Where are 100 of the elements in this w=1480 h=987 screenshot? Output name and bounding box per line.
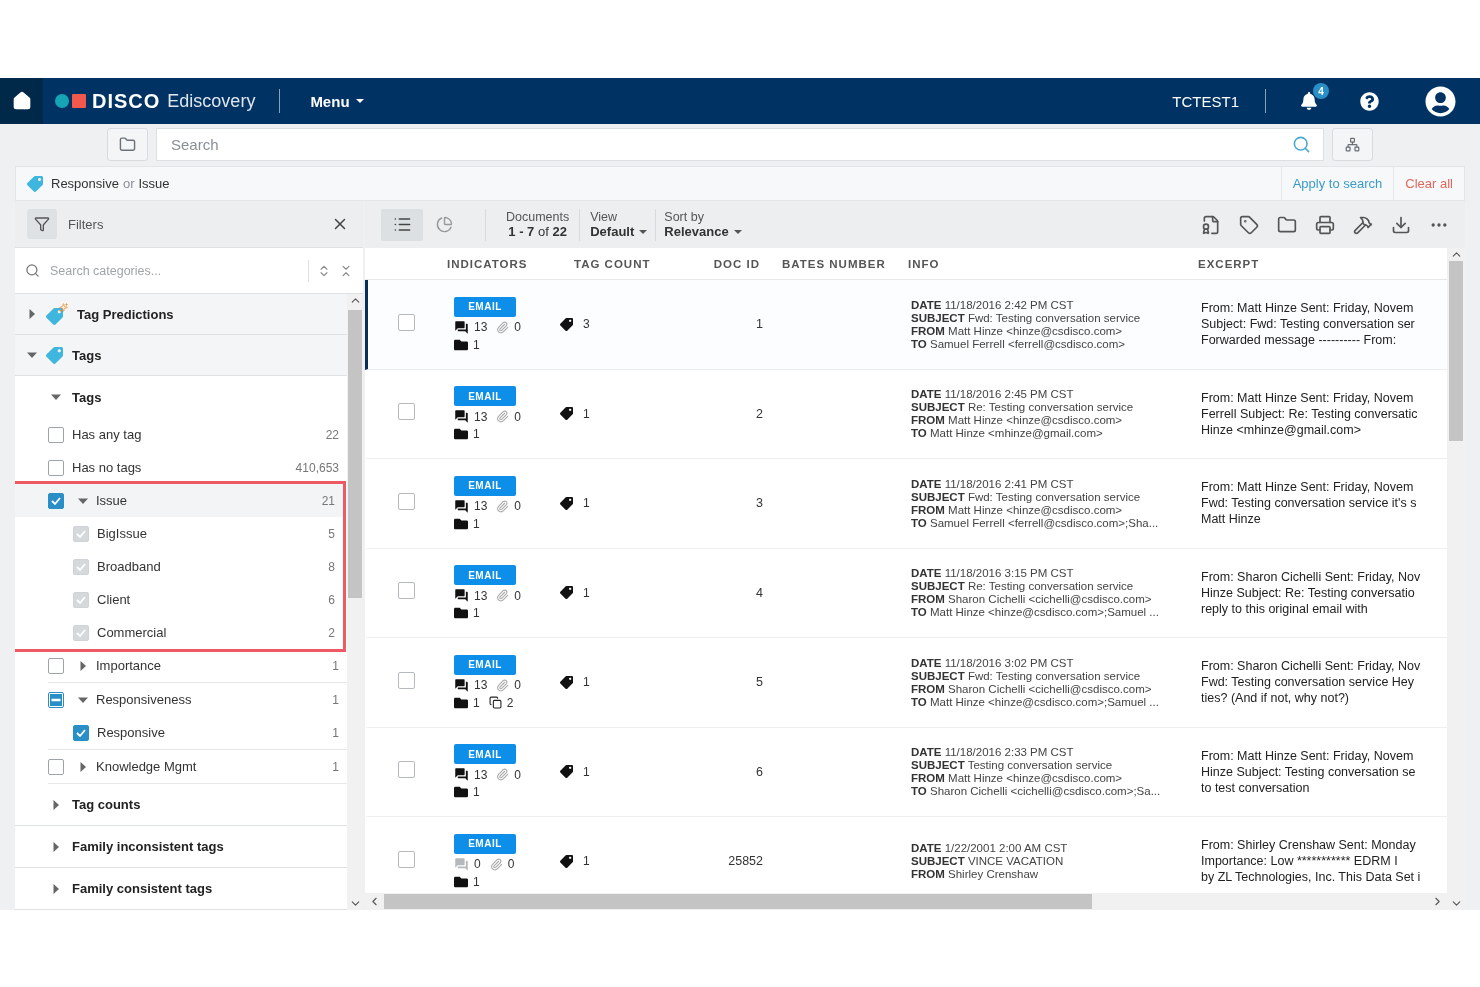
info-line: FROM Matt Hinze <hinze@csdisco.com>: [911, 414, 1124, 427]
attachment-count: 0: [514, 588, 522, 603]
excerpt-line: Matt Hinze: [1201, 511, 1262, 528]
view-dropdown[interactable]: Default: [590, 224, 648, 239]
document-range: 1 - 7 of 22: [508, 224, 567, 239]
expand-caret-icon[interactable]: [51, 883, 61, 894]
hammer-icon[interactable]: [1353, 214, 1373, 235]
excerpt-line: Hinze Subject: Testing conversation se: [1201, 763, 1417, 780]
tag-label: Has any tag: [72, 427, 143, 442]
row-checkbox[interactable]: [398, 850, 415, 868]
pie-chart-icon: [435, 216, 453, 233]
checkbox[interactable]: [48, 426, 64, 443]
tag-label: Importance: [96, 658, 163, 673]
tag-count: 1: [583, 764, 590, 779]
tag-icon: [560, 854, 573, 868]
list-view-button[interactable]: [381, 208, 423, 241]
tag-count: 1: [332, 692, 339, 707]
checkbox[interactable]: [48, 758, 64, 775]
category-header[interactable]: Tags: [15, 335, 347, 376]
row-checkbox[interactable]: [398, 582, 415, 600]
doc-id: 6: [755, 764, 763, 779]
expand-caret-icon[interactable]: [78, 761, 88, 772]
documents-label: Documents: [506, 210, 570, 224]
expand-caret-icon[interactable]: [51, 841, 61, 852]
home-button[interactable]: [0, 78, 43, 124]
tag-icon: [560, 407, 573, 421]
tag-count: 3: [583, 317, 590, 332]
column-header[interactable]: EXCERPT: [1190, 257, 1447, 270]
hierarchy-button[interactable]: [1332, 127, 1373, 161]
scroll-thumb[interactable]: [348, 310, 362, 598]
column-header[interactable]: INDICATORS: [445, 257, 555, 270]
type-badge: EMAIL: [454, 296, 516, 317]
folder-count: 1: [473, 695, 480, 710]
document-row[interactable]: [365, 280, 1447, 370]
thread-count: 0: [474, 857, 481, 872]
workspace-name: TCTEST1: [1172, 92, 1239, 110]
search-field[interactable]: Search: [156, 127, 1324, 161]
info-line: FROM Matt Hinze <hinze@csdisco.com>: [911, 324, 1124, 337]
search-icon: [25, 263, 40, 278]
tag-icon[interactable]: [1239, 214, 1259, 235]
collapse-caret-icon[interactable]: [51, 392, 61, 402]
column-header[interactable]: DOC ID: [700, 257, 760, 270]
row-checkbox[interactable]: [398, 313, 415, 331]
folder-count: 1: [473, 785, 480, 800]
expand-caret-icon[interactable]: [27, 309, 37, 319]
collapse-caret-icon[interactable]: [27, 350, 37, 360]
tag-label: Commercial: [97, 625, 168, 640]
row-checkbox[interactable]: [398, 403, 415, 421]
thread-count: 13: [474, 409, 488, 424]
menu-button[interactable]: Menu: [304, 91, 370, 111]
info-line: DATE 11/18/2016 2:41 PM CST: [911, 477, 1075, 490]
tag-icon: [560, 586, 573, 600]
sort-dropdown[interactable]: Relevance: [664, 224, 742, 239]
tag-label: Has no tags: [72, 460, 143, 475]
tag-count: 6: [328, 592, 335, 607]
paperclip-icon: [496, 499, 510, 513]
row-checkbox[interactable]: [398, 671, 415, 689]
checkbox[interactable]: [48, 459, 64, 476]
type-badge: EMAIL: [454, 475, 516, 496]
expand-caret-icon[interactable]: [51, 799, 61, 810]
attachment-count: 0: [514, 409, 522, 424]
tag-count: 8: [328, 559, 335, 574]
print-icon[interactable]: [1315, 214, 1335, 235]
query-operator: or: [122, 176, 135, 191]
checkbox[interactable]: [48, 657, 64, 674]
search-icon[interactable]: [1292, 134, 1311, 154]
row-checkbox[interactable]: [398, 761, 415, 779]
info-line: TO Matt Hinze <hinze@csdisco.com>;Samuel ...: [911, 695, 1160, 708]
row-checkbox[interactable]: [398, 492, 415, 510]
avatar[interactable]: [1425, 85, 1456, 117]
sort-label: Sort by: [664, 210, 704, 224]
help-button[interactable]: [1360, 91, 1379, 111]
column-header[interactable]: INFO: [900, 257, 1190, 270]
collapse-all-icon[interactable]: [339, 263, 353, 278]
folder-button[interactable]: [107, 127, 148, 161]
expand-caret-icon[interactable]: [78, 660, 88, 671]
column-header[interactable]: BATES NUMBER: [760, 257, 900, 270]
info-line: SUBJECT Fwd: Testing conversation service: [911, 669, 1142, 682]
tag-count: 22: [325, 427, 339, 442]
folder-icon: [454, 516, 468, 531]
doc-id: 5: [755, 675, 763, 690]
excerpt-line: From: Sharon Cichelli Sent: Friday, Nov: [1201, 658, 1422, 675]
doc-id: 1: [755, 317, 763, 332]
info-line: DATE 11/18/2016 2:45 PM CST: [911, 388, 1075, 401]
scroll-thumb[interactable]: [384, 894, 1092, 909]
tag-icon: [27, 175, 43, 192]
category-header[interactable]: Tag Predictions: [15, 294, 347, 335]
column-header[interactable]: TAG COUNT: [555, 257, 700, 270]
tag-label: Responsive: [97, 725, 166, 740]
copy-icon: [488, 696, 502, 710]
scroll-thumb[interactable]: [1449, 261, 1463, 441]
notifications-button[interactable]: [1300, 92, 1318, 110]
folder-icon[interactable]: [1277, 214, 1297, 235]
document-badge-icon[interactable]: [1201, 214, 1221, 235]
paperclip-icon: [496, 768, 510, 782]
help-icon: [1360, 91, 1379, 111]
download-icon[interactable]: [1391, 214, 1411, 235]
paperclip-icon: [496, 320, 510, 334]
search-input[interactable]: Search: [169, 134, 1292, 154]
group-header[interactable]: Tags: [15, 376, 347, 418]
